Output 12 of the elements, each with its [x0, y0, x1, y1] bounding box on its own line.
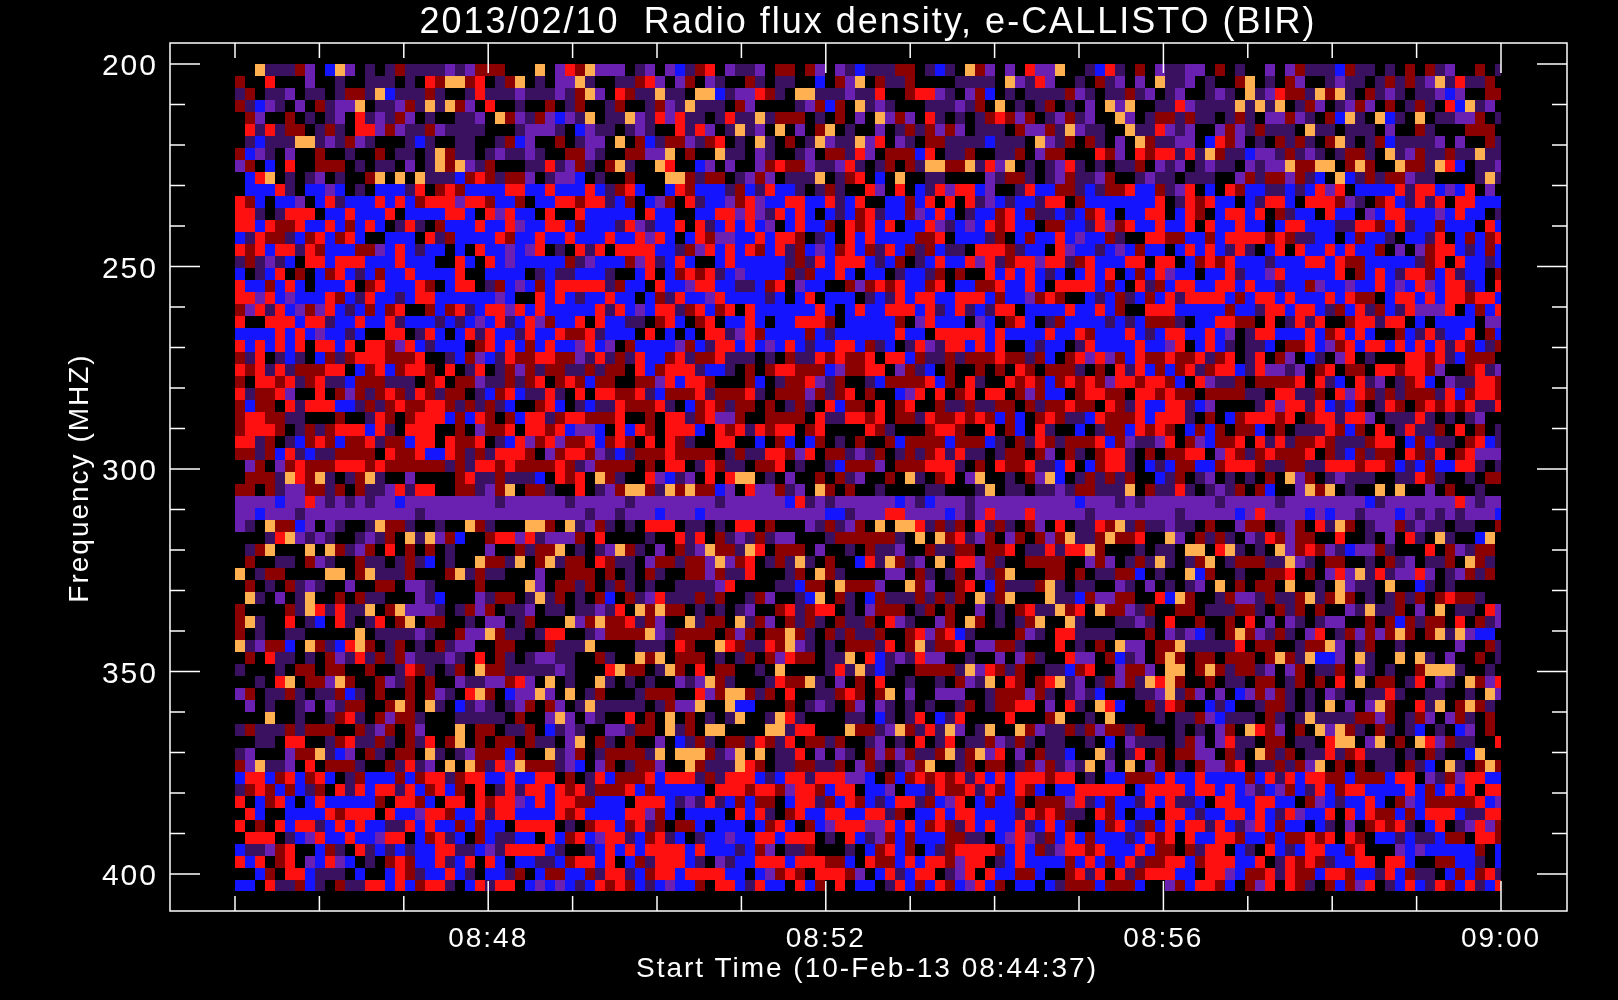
x-tick-label: 08:56	[1123, 922, 1204, 953]
x-tick-label: 08:52	[785, 922, 866, 953]
x-tick-label: 09:00	[1460, 922, 1542, 953]
y-tick-label: 200	[101, 48, 158, 81]
y-axis-label: Frequency (MHZ)	[63, 353, 94, 603]
x-tick-label: 08:48	[448, 922, 529, 953]
x-axis-label: Start Time (10-Feb-13 08:44:37)	[636, 952, 1098, 983]
y-tick-label: 250	[101, 250, 158, 284]
chart-title: 2013/02/10 Radio flux density, e-CALLISTO (BIR)	[419, 0, 1317, 41]
y-tick-label: 400	[101, 858, 158, 891]
y-tick-label: 350	[101, 655, 158, 689]
y-tick-label: 300	[101, 453, 158, 486]
